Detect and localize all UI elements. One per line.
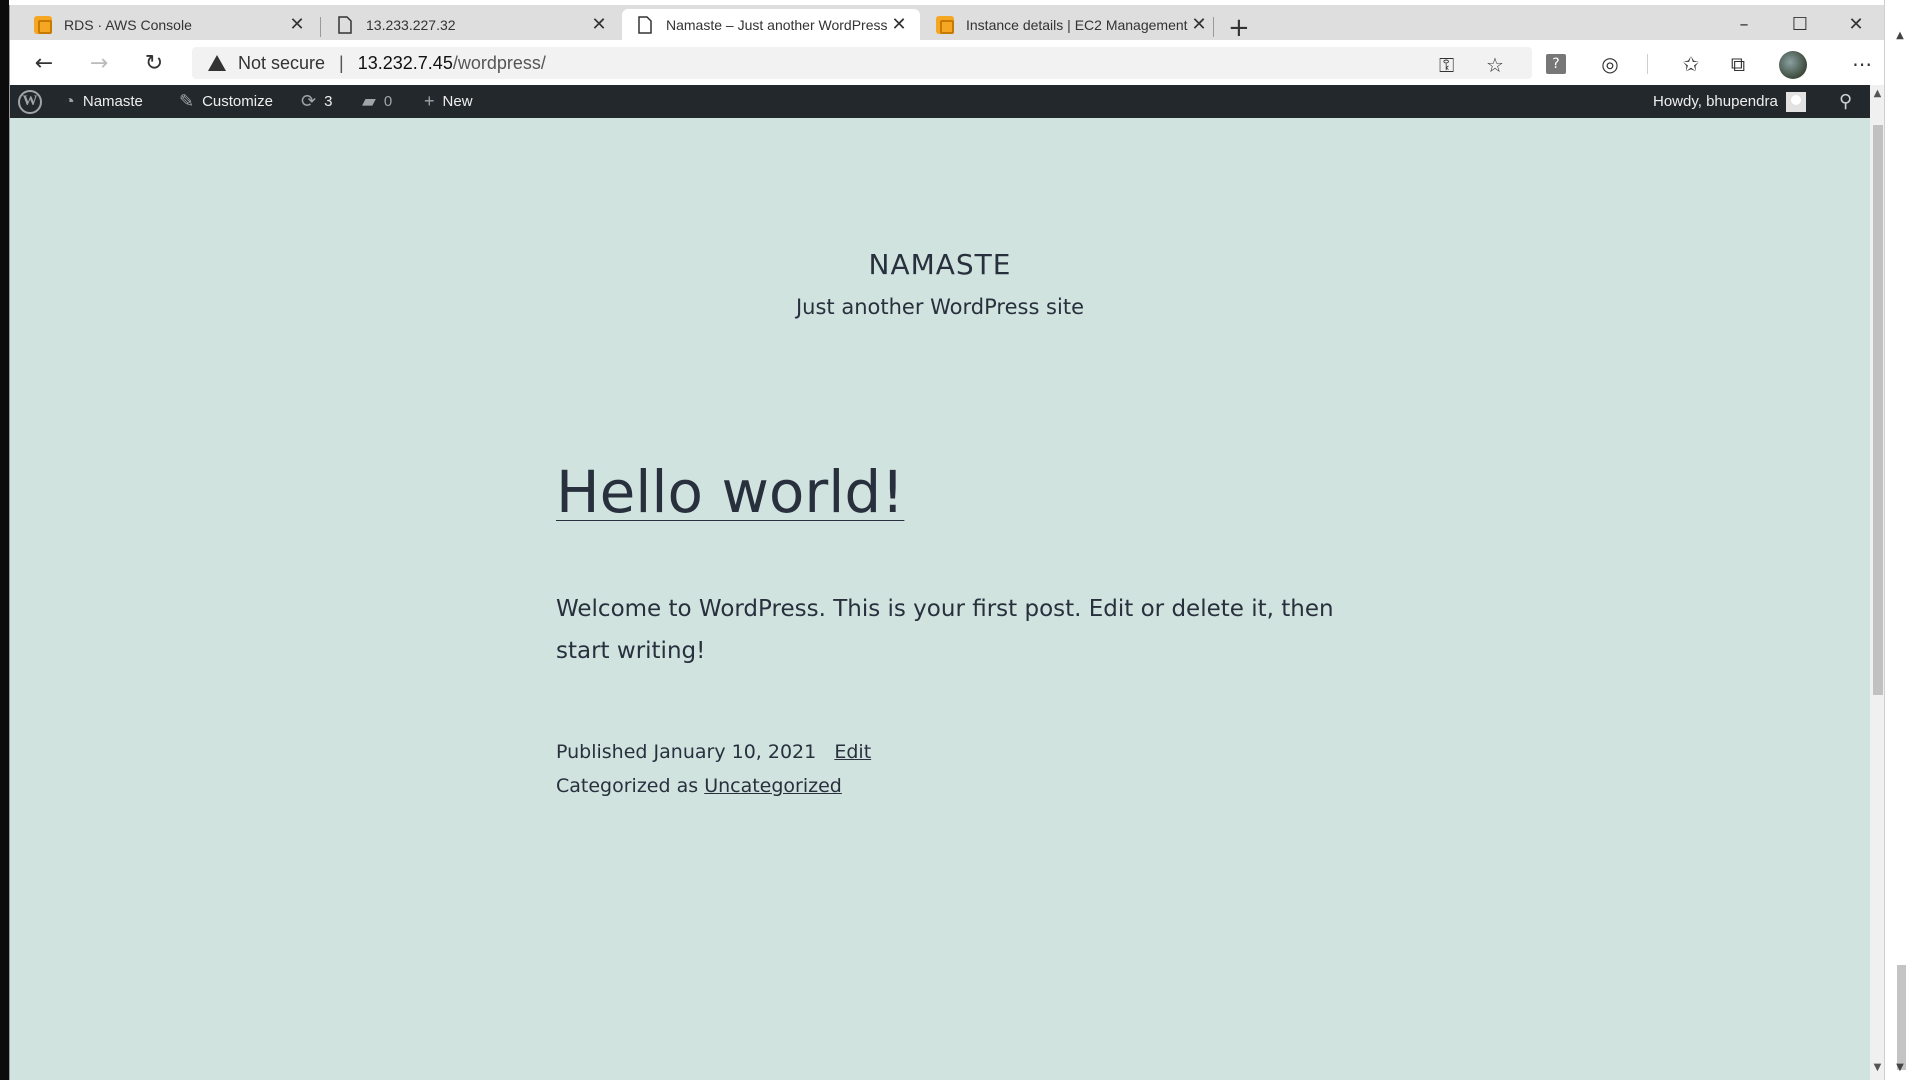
address-bar: ← → ↻ Not secure | 13.232.7.45 /wordpres… bbox=[10, 40, 1884, 85]
tab-title: 13.233.227.32 bbox=[366, 16, 456, 33]
close-icon[interactable]: ✕ bbox=[888, 14, 910, 35]
updates-count: 3 bbox=[324, 93, 333, 110]
extension-icon[interactable]: ◎ bbox=[1594, 48, 1626, 80]
maximize-button[interactable]: ☐ bbox=[1777, 11, 1823, 39]
close-icon[interactable]: ✕ bbox=[1188, 14, 1210, 35]
outer-scroll-down-icon[interactable]: ▼ bbox=[1893, 1062, 1907, 1073]
tab-ip-page[interactable]: 13.233.227.32 ✕ bbox=[322, 9, 620, 40]
minimize-button[interactable]: – bbox=[1721, 11, 1767, 39]
category-link[interactable]: Uncategorized bbox=[704, 775, 842, 797]
edit-post-link[interactable]: Edit bbox=[834, 741, 871, 763]
wordpress-logo-icon: W bbox=[18, 89, 42, 114]
favorites-icon[interactable]: ✩ bbox=[1675, 48, 1707, 80]
wp-customize-link[interactable]: ✎ Customize bbox=[179, 85, 273, 118]
published-label: Published bbox=[556, 741, 648, 763]
post-meta: Published January 10, 2021 Edit Categori… bbox=[556, 735, 871, 803]
wp-comments-link[interactable]: ▰ 0 bbox=[362, 85, 392, 118]
page-scrollbar-thumb[interactable] bbox=[1873, 125, 1883, 695]
wp-new-content-menu[interactable]: + New bbox=[424, 85, 473, 118]
site-tagline: Just another WordPress site bbox=[795, 295, 1084, 319]
wp-site-name-menu[interactable]: ◔ Namaste bbox=[64, 85, 143, 118]
dashboard-icon: ◔ bbox=[64, 91, 75, 111]
wp-search-button[interactable]: ⚲ bbox=[1839, 85, 1860, 118]
wp-account-menu[interactable]: Howdy, bhupendra bbox=[1653, 85, 1806, 118]
close-icon[interactable]: ✕ bbox=[286, 14, 308, 35]
tab-ec2-instance-details[interactable]: Instance details | EC2 Management Consol… bbox=[922, 9, 1220, 40]
tab-title: Instance details | EC2 Management Consol… bbox=[966, 16, 1188, 33]
tab-separator bbox=[320, 17, 321, 37]
browser-window: RDS · AWS Console ✕ 13.233.227.32 ✕ Nama… bbox=[9, 5, 1884, 1080]
back-button[interactable]: ← bbox=[28, 48, 60, 80]
site-title[interactable]: NAMASTE bbox=[10, 248, 1870, 281]
wp-admin-bar: W ◔ Namaste ✎ Customize ⟳ 3 ▰ 0 + New Ho… bbox=[10, 85, 1870, 118]
url-field[interactable]: Not secure | 13.232.7.45 /wordpress/ bbox=[192, 47, 1532, 79]
url-separator: | bbox=[339, 52, 344, 73]
search-icon: ⚲ bbox=[1839, 91, 1853, 111]
outer-scroll-up-icon[interactable]: ▲ bbox=[1893, 30, 1907, 41]
updates-icon: ⟳ bbox=[301, 91, 317, 111]
url-path: /wordpress/ bbox=[452, 52, 546, 73]
post-body: Welcome to WordPress. This is your first… bbox=[556, 596, 1334, 664]
close-icon[interactable]: ✕ bbox=[588, 14, 610, 35]
user-avatar bbox=[1785, 91, 1806, 112]
page-icon bbox=[638, 15, 652, 34]
comment-icon: ▰ bbox=[362, 91, 376, 111]
new-tab-button[interactable]: + bbox=[1228, 15, 1250, 41]
tab-title: RDS · AWS Console bbox=[64, 16, 192, 33]
scroll-up-arrow-icon[interactable]: ▲ bbox=[1871, 88, 1884, 99]
wp-updates-link[interactable]: ⟳ 3 bbox=[301, 85, 332, 118]
forward-button[interactable]: → bbox=[83, 48, 115, 80]
plus-icon: + bbox=[424, 91, 435, 111]
post-published-line: Published January 10, 2021 Edit bbox=[556, 735, 871, 769]
page-icon bbox=[338, 15, 352, 34]
aws-icon bbox=[936, 15, 954, 34]
background-terminal-window bbox=[0, 0, 9, 1080]
site-name-label: Namaste bbox=[82, 93, 143, 110]
wp-logo-menu[interactable]: W bbox=[18, 85, 42, 118]
tab-title: Namaste – Just another WordPress site bbox=[666, 16, 888, 33]
profile-avatar[interactable] bbox=[1779, 51, 1807, 79]
outer-scrollbar-thumb[interactable] bbox=[1897, 965, 1906, 1070]
tab-namaste-wordpress[interactable]: Namaste – Just another WordPress site ✕ bbox=[622, 9, 920, 40]
security-status[interactable]: Not secure bbox=[238, 53, 325, 74]
customize-label: Customize bbox=[202, 93, 273, 110]
tab-bar: RDS · AWS Console ✕ 13.233.227.32 ✕ Nama… bbox=[10, 5, 1884, 41]
url-host: 13.232.7.45 bbox=[357, 52, 453, 73]
page-content: NAMASTE Just another WordPress site Hell… bbox=[10, 118, 1870, 1080]
categorized-label: Categorized as bbox=[556, 775, 699, 797]
close-window-button[interactable]: ✕ bbox=[1833, 11, 1879, 39]
collections-icon[interactable]: ⧉ bbox=[1722, 48, 1754, 80]
new-label: New bbox=[442, 93, 473, 110]
howdy-label: Howdy, bhupendra bbox=[1653, 93, 1778, 110]
brush-icon: ✎ bbox=[179, 91, 195, 111]
refresh-button[interactable]: ↻ bbox=[138, 48, 170, 80]
post-title-link[interactable]: Hello world! bbox=[556, 458, 904, 526]
warning-icon bbox=[208, 55, 226, 71]
aws-icon bbox=[34, 15, 52, 34]
post-date: January 10, 2021 bbox=[653, 741, 817, 763]
star-icon[interactable]: ☆ bbox=[1486, 53, 1504, 77]
tab-separator bbox=[1213, 17, 1214, 37]
more-icon[interactable]: ⋯ bbox=[1846, 48, 1878, 80]
toolbar-divider bbox=[1647, 54, 1648, 74]
post-category-line: Categorized as Uncategorized bbox=[556, 769, 871, 803]
help-icon[interactable]: ? bbox=[1546, 54, 1566, 74]
scroll-down-arrow-icon[interactable]: ▼ bbox=[1871, 1062, 1884, 1073]
comments-count: 0 bbox=[383, 93, 393, 110]
key-icon[interactable]: ⚿ bbox=[1439, 53, 1454, 77]
tab-rds-console[interactable]: RDS · AWS Console ✕ bbox=[20, 9, 318, 40]
outer-window-edge bbox=[1884, 0, 1920, 1080]
